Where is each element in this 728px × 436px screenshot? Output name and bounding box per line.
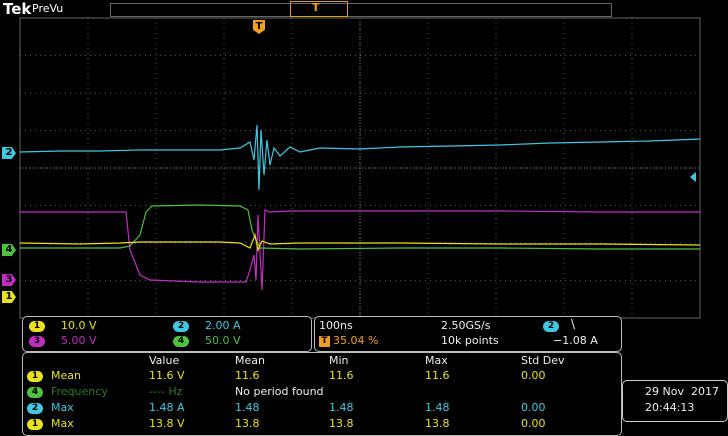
meas3-mean: 1.48 [235,401,260,414]
ch3-scale: 5.00 V [61,334,97,347]
ch2-scale: 2.00 A [205,319,241,332]
ch1-badge[interactable]: 1 [29,321,45,332]
meas3-source-badge[interactable]: 2 [27,403,43,414]
meas3-label: Max [51,401,74,414]
ch1-scale: 10.0 V [61,319,97,332]
meas4-max: 13.8 [425,417,450,430]
measurements-panel: Value Mean Min Max Std Dev 1 Mean 11.6 V… [22,352,622,436]
trigger-position: 35.04 % [333,334,379,347]
meas3-std: 0.00 [521,401,546,414]
meas1-label: Mean [51,369,81,382]
sample-rate: 2.50GS/s [441,319,491,332]
col-value-header: Value [149,354,180,367]
ch2-badge[interactable]: 2 [173,321,189,332]
trigger-source-badge[interactable]: 2 [543,321,559,332]
meas1-std: 0.00 [521,369,546,382]
meas3-min: 1.48 [329,401,354,414]
time: 20:44:13 [645,401,695,414]
ch2-offset-arrow [690,172,696,182]
meas4-source-badge[interactable]: 1 [27,419,43,430]
date: 29 Nov 2017 [645,385,719,398]
record-length: 10k points [441,334,499,347]
meas2-value: ---- Hz [149,385,183,398]
meas4-label: Max [51,417,74,430]
ch3-badge[interactable]: 3 [29,336,45,347]
meas2-source-badge[interactable]: 4 [27,387,43,398]
trigger-slope-icon[interactable]: \ [571,317,575,331]
meas1-min: 11.6 [329,369,354,382]
meas4-value: 13.8 V [149,417,185,430]
meas2-note: No period found [235,385,324,398]
trigger-level: −1.08 A [553,334,598,347]
meas4-std: 0.00 [521,417,546,430]
timebase-panel[interactable]: 100ns 2.50GS/s T 35.04 % 10k points 2 \ … [314,316,622,352]
ch4-scale: 50.0 V [205,334,241,347]
meas1-mean: 11.6 [235,369,260,382]
col-mean-header: Mean [235,354,265,367]
meas2-label: Frequency [51,385,108,398]
datetime-panel: 29 Nov 2017 20:44:13 [622,380,728,422]
meas1-value: 11.6 V [149,369,185,382]
col-min-header: Min [329,354,349,367]
col-max-header: Max [425,354,448,367]
meas3-max: 1.48 [425,401,450,414]
col-std-header: Std Dev [521,354,565,367]
ch4-badge[interactable]: 4 [173,336,189,347]
trigger-position-badge: T [319,336,330,347]
meas1-source-badge[interactable]: 1 [27,371,43,382]
meas3-value: 1.48 A [149,401,185,414]
channel-settings-panel[interactable]: 1 10.0 V 2 2.00 A 3 5.00 V 4 50.0 V [22,316,312,352]
meas1-max: 11.6 [425,369,450,382]
meas4-min: 13.8 [329,417,354,430]
meas4-mean: 13.8 [235,417,260,430]
horizontal-scale: 100ns [319,319,353,332]
